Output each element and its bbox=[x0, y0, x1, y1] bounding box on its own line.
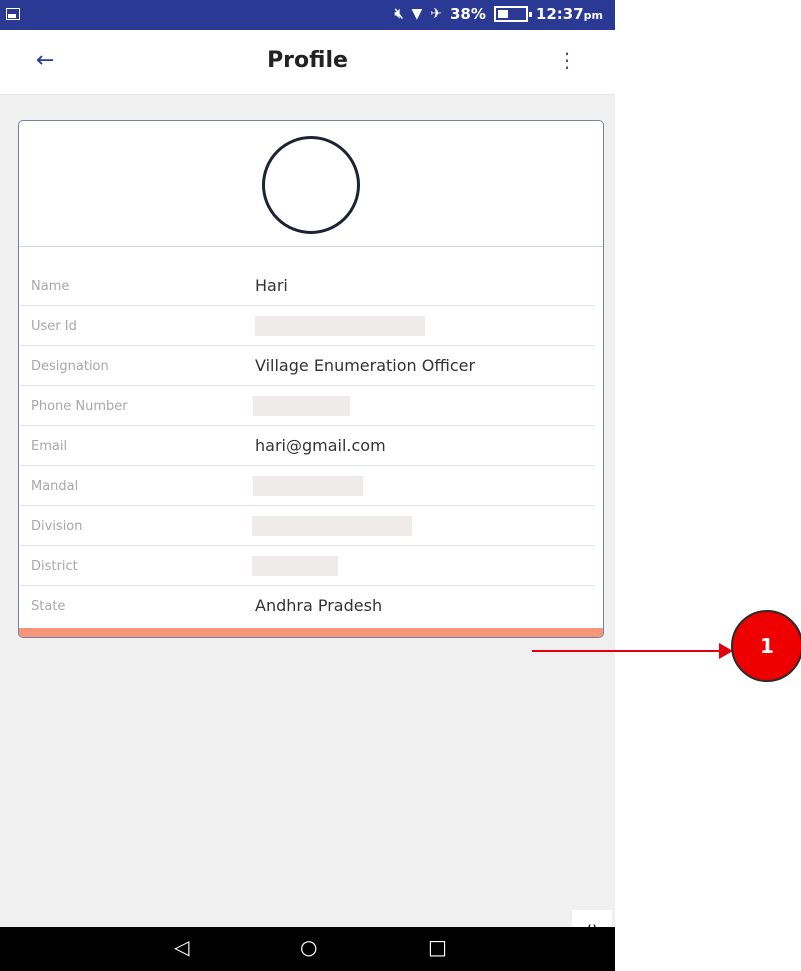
nav-back-icon[interactable]: ◁ bbox=[174, 935, 189, 959]
row-label: State bbox=[31, 599, 66, 614]
battery-percent: 38% bbox=[450, 5, 486, 23]
row-value: Village Enumeration Officer bbox=[255, 356, 476, 375]
profile-card: Name Hari User Id Designation Village En… bbox=[18, 120, 604, 638]
redacted-value bbox=[252, 516, 412, 536]
profile-row-name: Name Hari bbox=[19, 266, 603, 306]
status-bar: 🔇︎ ▼ ✈ 38% 12:37pm bbox=[0, 0, 615, 30]
airplane-icon: ✈ bbox=[430, 6, 442, 22]
wifi-icon: ▼ bbox=[411, 6, 423, 22]
battery-icon bbox=[493, 6, 532, 22]
redacted-value bbox=[252, 556, 338, 576]
row-label: Email bbox=[31, 439, 68, 454]
profile-row-division: Division bbox=[19, 506, 603, 546]
sign-out-button[interactable]: SIGN OUT bbox=[19, 628, 603, 637]
profile-row-mandal: Mandal bbox=[19, 466, 603, 506]
redacted-value bbox=[253, 476, 363, 496]
row-label: Designation bbox=[31, 359, 109, 374]
redacted-value bbox=[255, 316, 425, 336]
row-label: District bbox=[31, 559, 78, 574]
nav-recent-apps-icon[interactable]: □ bbox=[428, 935, 447, 959]
row-label: Mandal bbox=[31, 479, 79, 494]
row-label: Division bbox=[31, 519, 83, 534]
more-options-icon[interactable]: ⋮ bbox=[557, 48, 577, 72]
callout-arrow-line bbox=[532, 650, 720, 652]
gallery-notification-icon bbox=[6, 8, 20, 20]
profile-row-user-id: User Id bbox=[19, 306, 603, 346]
redacted-value bbox=[253, 396, 350, 416]
profile-row-district: District bbox=[19, 546, 603, 586]
status-right: 🔇︎ ▼ ✈ 38% 12:37pm bbox=[395, 5, 603, 23]
profile-row-designation: Designation Village Enumeration Officer bbox=[19, 346, 603, 386]
profile-row-state: State Andhra Pradesh bbox=[19, 586, 603, 626]
row-value: Hari bbox=[255, 276, 288, 295]
phone-screen: 🔇︎ ▼ ✈ 38% 12:37pm ← Profile ⋮ Name Hari… bbox=[0, 0, 615, 971]
profile-row-email: Email hari@gmail.com bbox=[19, 426, 603, 466]
row-label: User Id bbox=[31, 319, 77, 334]
system-nav-bar: ◁ ○ □ bbox=[0, 927, 615, 971]
row-label: Name bbox=[31, 279, 70, 294]
clock: 12:37pm bbox=[535, 5, 603, 23]
mute-icon: 🔇︎ bbox=[394, 6, 404, 22]
row-value: Andhra Pradesh bbox=[255, 596, 383, 615]
avatar-section bbox=[19, 121, 603, 247]
nav-home-icon[interactable]: ○ bbox=[300, 935, 317, 959]
app-bar: ← Profile ⋮ bbox=[0, 30, 615, 95]
profile-row-phone: Phone Number bbox=[19, 386, 603, 426]
row-label: Phone Number bbox=[31, 399, 128, 414]
page-title: Profile bbox=[267, 48, 348, 73]
callout-badge: 1 bbox=[731, 610, 801, 682]
avatar[interactable] bbox=[262, 136, 360, 234]
row-value: hari@gmail.com bbox=[255, 436, 386, 455]
